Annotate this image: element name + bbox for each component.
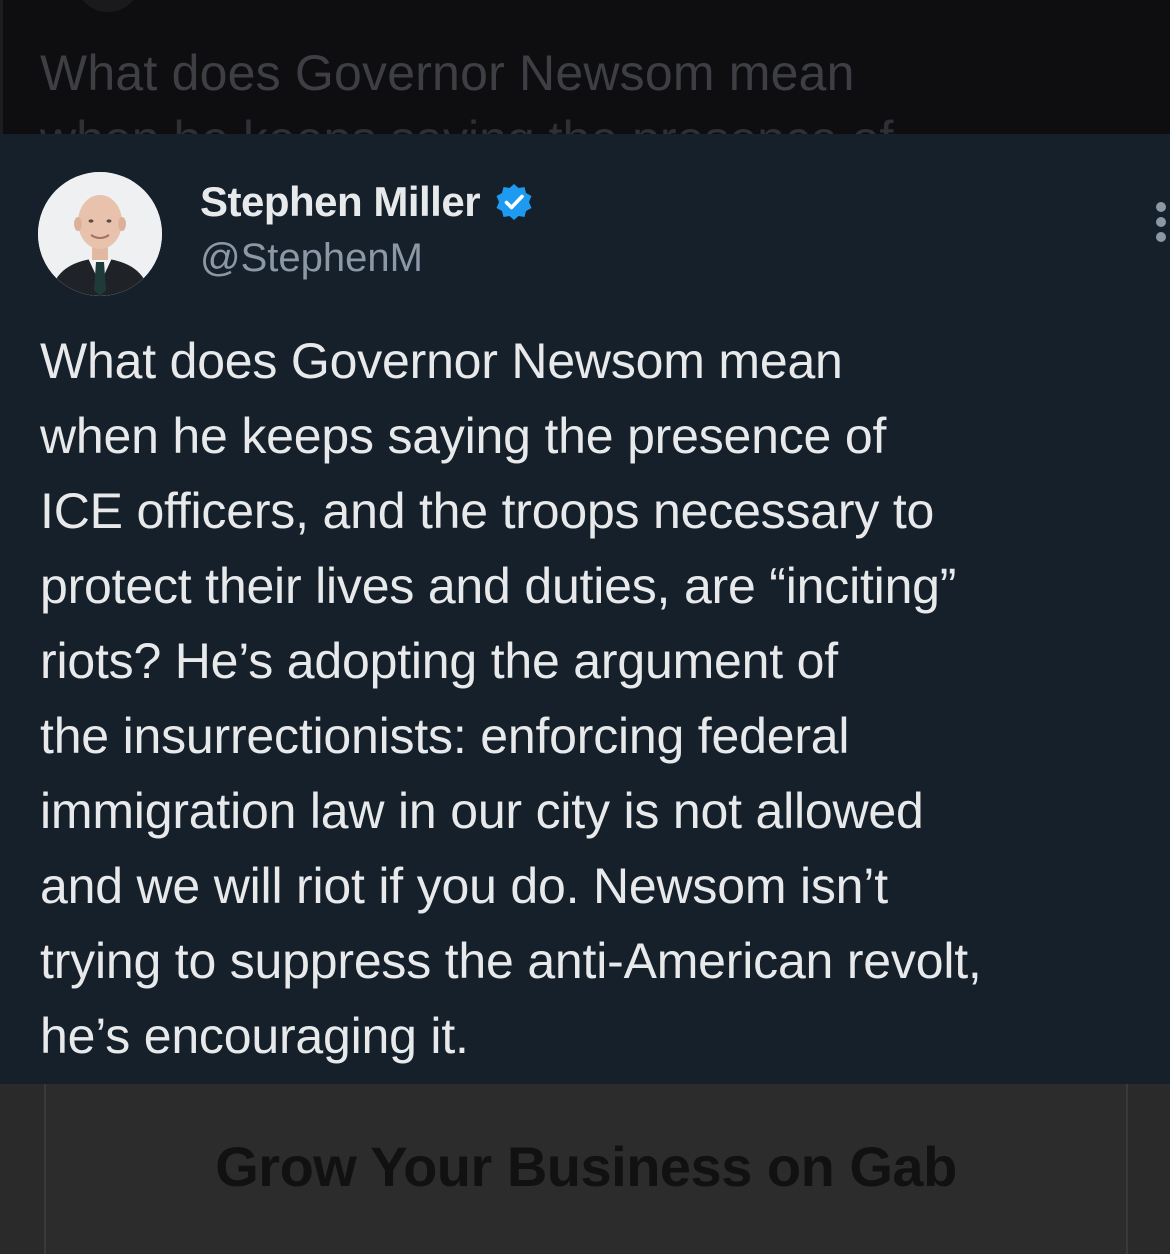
author-name[interactable]: Stephen Miller xyxy=(200,178,534,226)
background-post: What does Governor Newsom mean when he k… xyxy=(0,0,1170,134)
verified-badge-icon xyxy=(496,184,532,220)
author-name-text: Stephen Miller xyxy=(200,178,481,225)
more-dot xyxy=(1156,202,1166,212)
background-edge xyxy=(0,0,3,134)
avatar[interactable] xyxy=(38,172,162,296)
ad-text: Grow Your Business on Gab xyxy=(215,1135,957,1198)
background-post-text-cut: when he keeps saying the presence of xyxy=(40,110,893,134)
tweet-card: Stephen Miller @StephenM What does Gover… xyxy=(0,134,1170,1084)
more-dot xyxy=(1156,217,1166,227)
background-post-text: What does Governor Newsom mean xyxy=(40,45,855,101)
more-options-icon[interactable] xyxy=(1152,200,1170,244)
ad-banner[interactable]: Grow Your Business on Gab xyxy=(44,1084,1128,1254)
author-handle[interactable]: @StephenM xyxy=(200,236,423,281)
ad-area: Grow Your Business on Gab xyxy=(0,1084,1170,1254)
avatar-portrait xyxy=(38,172,162,296)
background-avatar xyxy=(78,0,138,12)
tweet-text: What does Governor Newsom mean when he k… xyxy=(40,333,982,1064)
more-dot xyxy=(1156,232,1166,242)
